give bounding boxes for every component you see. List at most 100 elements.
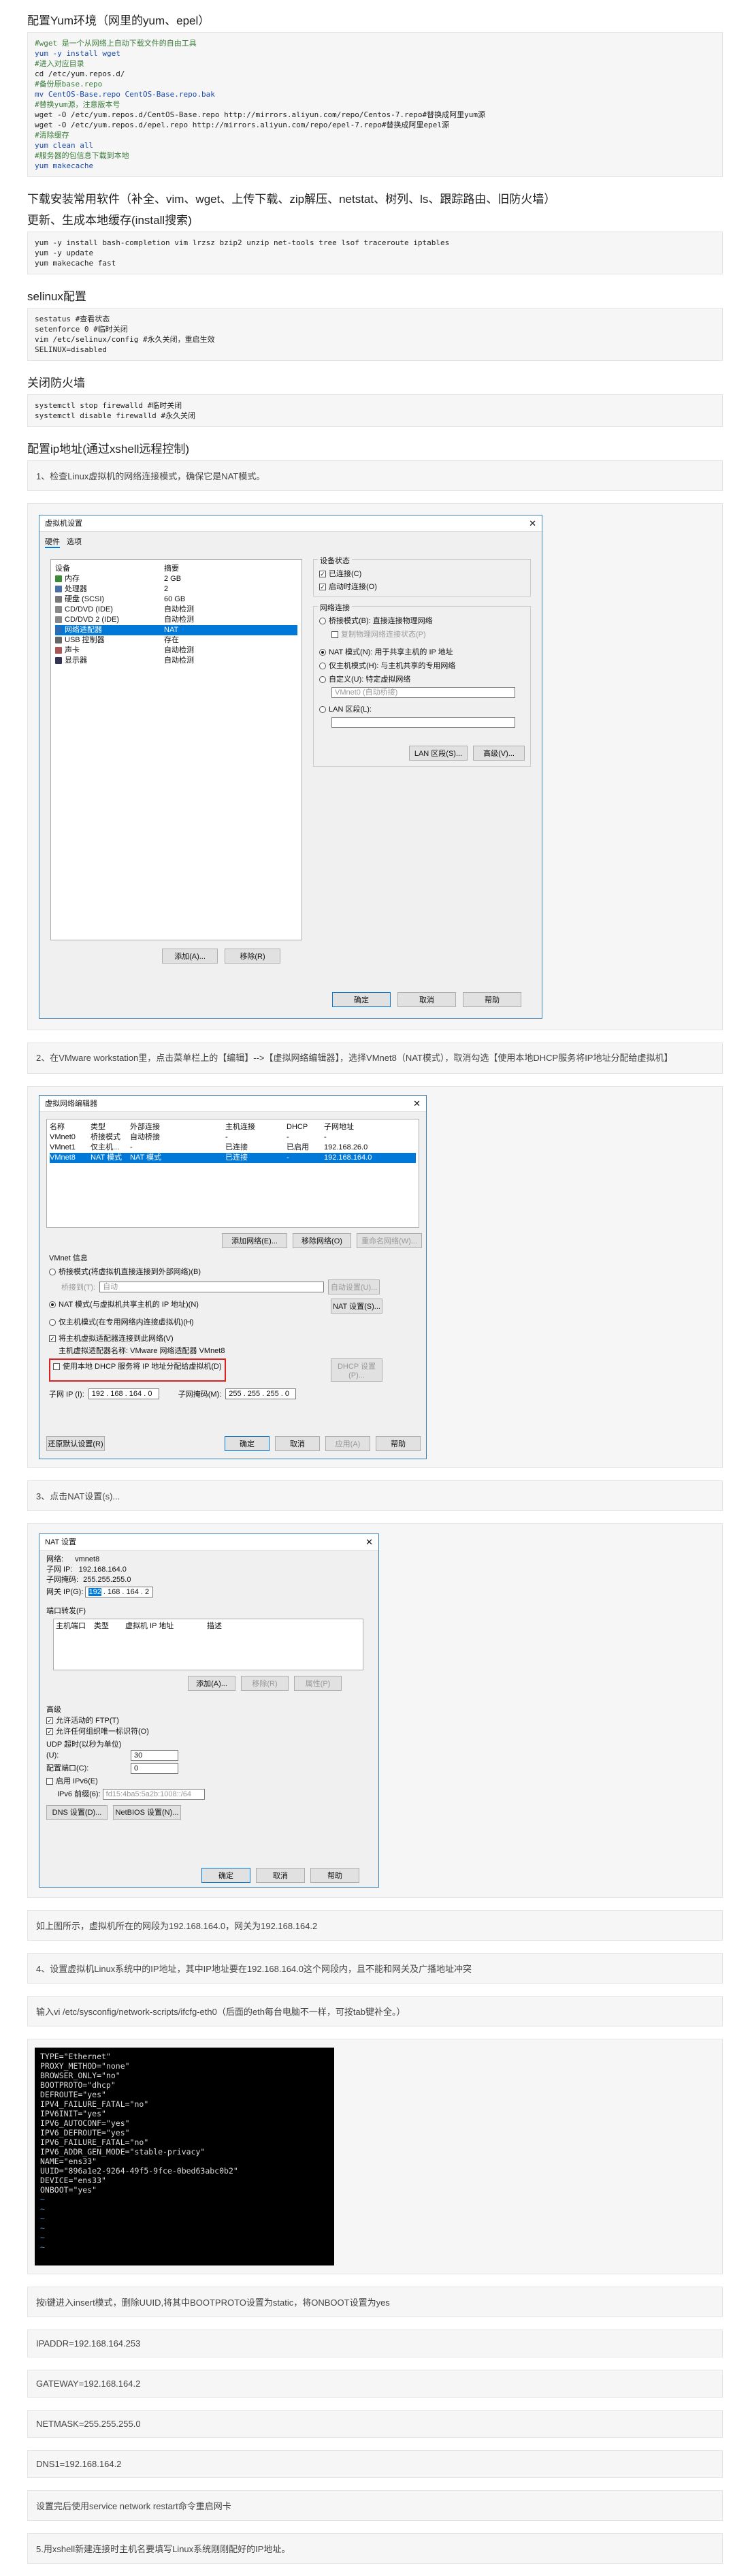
config-port-label: 配置端口(C): (46, 1764, 89, 1773)
add-device-button[interactable]: 添加(A)... (162, 949, 218, 964)
gateway-ip-input[interactable]: 192 . 168 . 164 . 2 (85, 1587, 154, 1597)
bridged-label: 桥接模式(B): 直接连接物理网络 (329, 617, 433, 625)
tab-options[interactable]: 选项 (67, 536, 82, 548)
subnet-ip-label: 子网 IP (I): (49, 1390, 84, 1399)
tab-hardware[interactable]: 硬件 (45, 536, 60, 548)
remove-network-button[interactable]: 移除网络(O) (293, 1233, 351, 1248)
add-network-button[interactable]: 添加网络(E)... (222, 1233, 287, 1248)
udp-timeout-input[interactable]: 30 (131, 1750, 178, 1762)
device-row[interactable]: 网络适配器 NAT (55, 625, 297, 635)
vnet-col-header: 类型 (91, 1123, 105, 1131)
subnet-mask-input[interactable]: 255 . 255 . 255 . 0 (225, 1388, 297, 1399)
host-only-radio[interactable] (49, 1319, 56, 1326)
vnet-cell: VMnet0 (50, 1133, 76, 1141)
close-icon[interactable]: ✕ (529, 515, 536, 532)
ok-button[interactable]: 确定 (201, 1868, 250, 1883)
device-row[interactable]: 内存 2 GB (55, 574, 297, 584)
custom-radio[interactable] (319, 676, 326, 684)
vnet-info-title: VMnet 信息 (49, 1254, 88, 1262)
add-port-button[interactable]: 添加(A)... (188, 1676, 235, 1691)
device-row[interactable]: 显示器 自动检测 (55, 656, 297, 666)
device-row[interactable]: USB 控制器 存在 (55, 635, 297, 646)
close-icon[interactable]: ✕ (365, 1534, 373, 1551)
vnet-cell: 192.168.164.0 (324, 1154, 372, 1162)
auto-settings-button[interactable]: 自动设置(U)... (328, 1279, 380, 1294)
device-icon (55, 575, 62, 583)
nat-radio[interactable] (49, 1301, 56, 1309)
code-block-firewall: systemctl stop firewalld #临时关闭 systemctl … (27, 394, 723, 427)
bridged-radio[interactable] (319, 618, 326, 625)
lan-segment-select[interactable] (331, 717, 515, 728)
device-row[interactable]: 处理器 2 (55, 584, 297, 594)
replicate-checkbox[interactable] (331, 631, 338, 639)
device-icon (55, 596, 62, 603)
ok-button[interactable]: 确定 (225, 1436, 270, 1451)
port-properties-button[interactable]: 属性(P) (294, 1676, 342, 1691)
device-row[interactable]: CD/DVD (IDE) 自动检测 (55, 605, 297, 615)
bridged-radio[interactable] (49, 1269, 56, 1276)
code-line: yum -y update (35, 249, 94, 257)
lan-radio[interactable] (319, 706, 326, 714)
terminal-line: IPV6INIT="yes" (40, 2109, 106, 2118)
bridged-to-label: 桥接到(T): (61, 1284, 96, 1292)
rename-network-button[interactable]: 重命名网络(W)... (357, 1233, 422, 1248)
vnet-editor-screenshot: 虚拟网络编辑器 ✕ 名称 类型 外部连接 主机连接 DHCP 子网地址 VMnet0 桥接模… (27, 1086, 723, 1468)
cancel-button[interactable]: 取消 (397, 992, 456, 1007)
code-line: #服务器的包信息下载到本地 (35, 151, 129, 160)
help-button[interactable]: 帮助 (310, 1868, 359, 1883)
bridged-to-select[interactable]: 自动 (99, 1282, 325, 1292)
ipv6-prefix-input[interactable]: fd15:4ba5:5a2b:1008::/64 (102, 1789, 205, 1800)
remove-port-button[interactable]: 移除(R) (241, 1676, 289, 1691)
dhcp-settings-button[interactable]: DHCP 设置(P)... (331, 1358, 382, 1382)
network-connection-group: 网络连接 桥接模式(B): 直接连接物理网络 复制物理网络连接状态(P) NAT… (313, 602, 531, 767)
advanced-button[interactable]: 高级(V)... (473, 746, 525, 761)
any-oui-checkbox[interactable] (46, 1728, 53, 1736)
help-button[interactable]: 帮助 (463, 992, 521, 1007)
nat-settings-button[interactable]: NAT 设置(S)... (331, 1299, 382, 1314)
custom-network-select[interactable]: VMnet0 (自动桥接) (331, 687, 515, 698)
terminal-empty-line: ~ (40, 2204, 45, 2214)
device-row[interactable]: 声卡 自动检测 (55, 646, 297, 656)
device-row[interactable]: CD/DVD 2 (IDE) 自动检测 (55, 615, 297, 625)
subnet-ip-input[interactable]: 192 . 168 . 164 . 0 (88, 1388, 159, 1399)
apply-button[interactable]: 应用(A) (325, 1436, 370, 1451)
code-line: SELINUX=disabled (35, 345, 107, 354)
lan-segments-button[interactable]: LAN 区段(S)... (409, 746, 468, 761)
remove-device-button[interactable]: 移除(R) (225, 949, 280, 964)
nat-radio[interactable] (319, 649, 326, 656)
replicate-label: 复制物理网络连接状态(P) (341, 631, 426, 639)
device-icon (55, 606, 62, 614)
ok-button[interactable]: 确定 (332, 992, 391, 1007)
vnet-cell: NAT 模式 (91, 1154, 123, 1162)
device-status-legend: 设备状态 (318, 555, 352, 566)
nat-label: NAT 模式(与虚拟机共享主机的 IP 地址)(N) (59, 1301, 199, 1309)
restore-defaults-button[interactable]: 还原默认设置(R) (46, 1436, 105, 1451)
dhcp-checkbox[interactable] (53, 1363, 60, 1371)
connected-checkbox[interactable] (319, 571, 326, 578)
close-icon[interactable]: ✕ (413, 1096, 421, 1112)
connect-on-start-checkbox[interactable] (319, 584, 326, 591)
active-ftp-checkbox[interactable] (46, 1717, 53, 1725)
connect-adapter-checkbox[interactable] (49, 1335, 56, 1343)
vnet-cell: 桥接模式 (91, 1133, 120, 1141)
device-icon (55, 626, 62, 634)
device-buttons: 添加(A)... 移除(R) (162, 949, 280, 964)
ipv6-checkbox[interactable] (46, 1778, 53, 1785)
cancel-button[interactable]: 取消 (275, 1436, 320, 1451)
device-name: 处理器 (55, 584, 164, 594)
terminal-line: UUID="896a1e2-9264-49f5-9fce-0bed63abc0b… (40, 2166, 238, 2176)
subnet-mask-value: 255.255.255.0 (83, 1576, 131, 1584)
udp-timeout-label: UDP 超时(以秒为单位)(U): (46, 1740, 122, 1760)
dns-settings-button[interactable]: DNS 设置(D)... (46, 1805, 108, 1821)
config-port-input[interactable]: 0 (131, 1763, 178, 1775)
vnet-row[interactable]: VMnet8 NAT 模式 NAT 模式 已连接 - 192.168.164.0 (50, 1153, 416, 1163)
help-button[interactable]: 帮助 (376, 1436, 421, 1451)
cancel-button[interactable]: 取消 (256, 1868, 305, 1883)
vnet-row[interactable]: VMnet1 仅主机... - 已连接 已启用 192.168.26.0 (50, 1143, 416, 1153)
netbios-settings-button[interactable]: NetBIOS 设置(N)... (113, 1805, 181, 1821)
code-line: yum makecache (35, 161, 94, 170)
vnet-row[interactable]: VMnet0 桥接模式 自动桥接 - - - (50, 1132, 416, 1143)
host-only-radio[interactable] (319, 663, 326, 670)
device-row[interactable]: 硬盘 (SCSI) 60 GB (55, 594, 297, 605)
port-col-header: 描述 (207, 1622, 222, 1630)
